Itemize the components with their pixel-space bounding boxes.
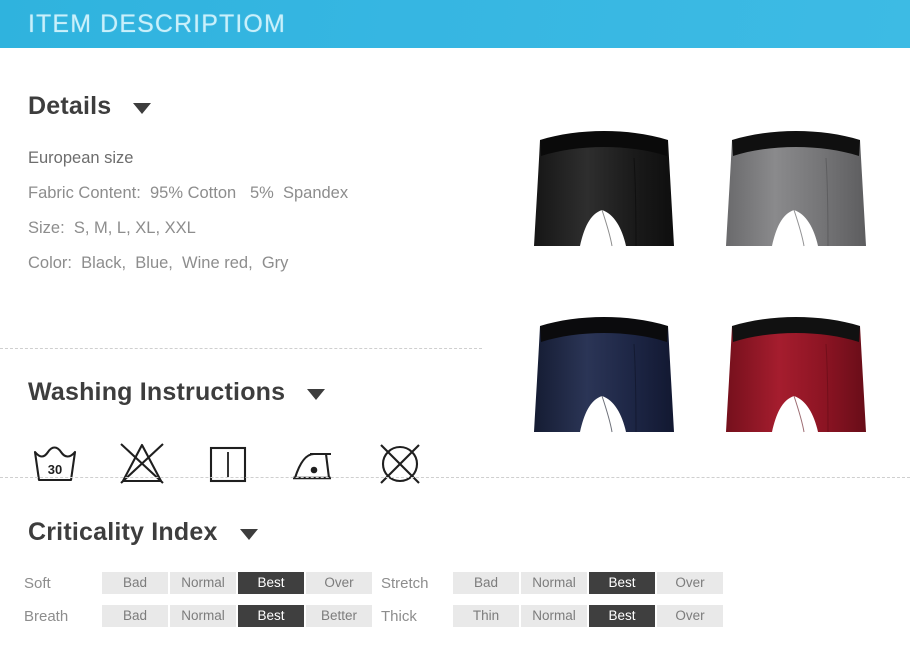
rating-cell-soft-bad[interactable]: Bad (102, 572, 168, 594)
criticality-label-stretch: Stretch (381, 574, 429, 592)
rating-cell-stretch-normal[interactable]: Normal (521, 572, 587, 594)
product-image-navy[interactable] (518, 296, 708, 456)
details-text-block: European size Fabric Content: 95% Cotton… (28, 141, 500, 281)
chevron-down-icon[interactable] (239, 529, 258, 540)
washing-icons-row: 30 (30, 438, 426, 488)
rating-cell-soft-best[interactable]: Best (238, 572, 304, 594)
chevron-down-icon[interactable] (133, 103, 152, 114)
content-area: Details European size Fabric Content: 95… (0, 48, 910, 484)
product-image-grid (500, 48, 910, 477)
criticality-label-breath: Breath (24, 607, 69, 625)
rating-cell-thick-over[interactable]: Over (657, 605, 723, 627)
rating-cell-breath-better[interactable]: Better (306, 605, 372, 627)
criticality-label-soft: Soft (24, 574, 51, 592)
wash-temp-label: 30 (48, 462, 62, 477)
divider-criticality (0, 477, 910, 478)
boxer-brief-navy-icon (534, 317, 674, 433)
table-row-breath: Breath Bad Normal Best Better (24, 605, 374, 627)
left-column: Details European size Fabric Content: 95… (0, 48, 500, 477)
details-line-size: Size: S, M, L, XL, XXL (28, 219, 196, 237)
wash-tub-30-icon: 30 (33, 446, 77, 482)
details-heading: Details (28, 92, 112, 120)
boxer-brief-gray-icon (726, 131, 866, 247)
chevron-down-icon[interactable] (307, 389, 326, 400)
rating-cell-breath-best[interactable]: Best (238, 605, 304, 627)
boxer-brief-black-icon (534, 131, 674, 247)
do-not-dry-clean-icon (380, 444, 420, 484)
details-line-fabric-content: Fabric Content: 95% Cotton 5% Spandex (28, 184, 349, 202)
rating-cell-soft-normal[interactable]: Normal (170, 572, 236, 594)
criticality-group-right: Stretch Bad Normal Best Over Thick Thin … (381, 572, 725, 627)
product-image-black[interactable] (518, 110, 708, 270)
washing-heading: Washing Instructions (28, 378, 286, 406)
divider-details (0, 348, 482, 349)
table-row-soft: Soft Bad Normal Best Over (24, 572, 374, 594)
criticality-table: Soft Bad Normal Best Over Breath Bad Nor… (24, 572, 725, 627)
rating-cell-breath-bad[interactable]: Bad (102, 605, 168, 627)
rating-cell-thick-best[interactable]: Best (589, 605, 655, 627)
do-not-bleach-icon (120, 443, 164, 484)
iron-low-heat-icon (293, 452, 331, 480)
details-line-european-size: European size (28, 149, 134, 167)
details-section-header[interactable]: Details (28, 92, 500, 121)
rating-cell-soft-over[interactable]: Over (306, 572, 372, 594)
right-column (500, 48, 910, 477)
criticality-section-header[interactable]: Criticality Index (28, 518, 258, 547)
product-image-wine-red[interactable] (710, 296, 900, 456)
criticality-group-left: Soft Bad Normal Best Over Breath Bad Nor… (24, 572, 374, 627)
rating-cell-stretch-bad[interactable]: Bad (453, 572, 519, 594)
criticality-heading: Criticality Index (28, 518, 218, 546)
details-line-color: Color: Black, Blue, Wine red, Gry (28, 254, 289, 272)
rating-cell-thick-thin[interactable]: Thin (453, 605, 519, 627)
table-row-stretch: Stretch Bad Normal Best Over (381, 572, 725, 594)
boxer-brief-wine-red-icon (726, 317, 866, 433)
criticality-label-thick: Thick (381, 607, 417, 625)
washing-section-header[interactable]: Washing Instructions (28, 378, 326, 407)
rating-cell-breath-normal[interactable]: Normal (170, 605, 236, 627)
drip-dry-icon (209, 446, 247, 483)
rating-cell-stretch-best[interactable]: Best (589, 572, 655, 594)
page-header-banner: ITEM DESCRIPTIOM (0, 0, 910, 48)
rating-cell-stretch-over[interactable]: Over (657, 572, 723, 594)
product-image-gray[interactable] (710, 110, 900, 270)
rating-cell-thick-normal[interactable]: Normal (521, 605, 587, 627)
table-row-thick: Thick Thin Normal Best Over (381, 605, 725, 627)
page-title: ITEM DESCRIPTIOM (28, 9, 286, 38)
